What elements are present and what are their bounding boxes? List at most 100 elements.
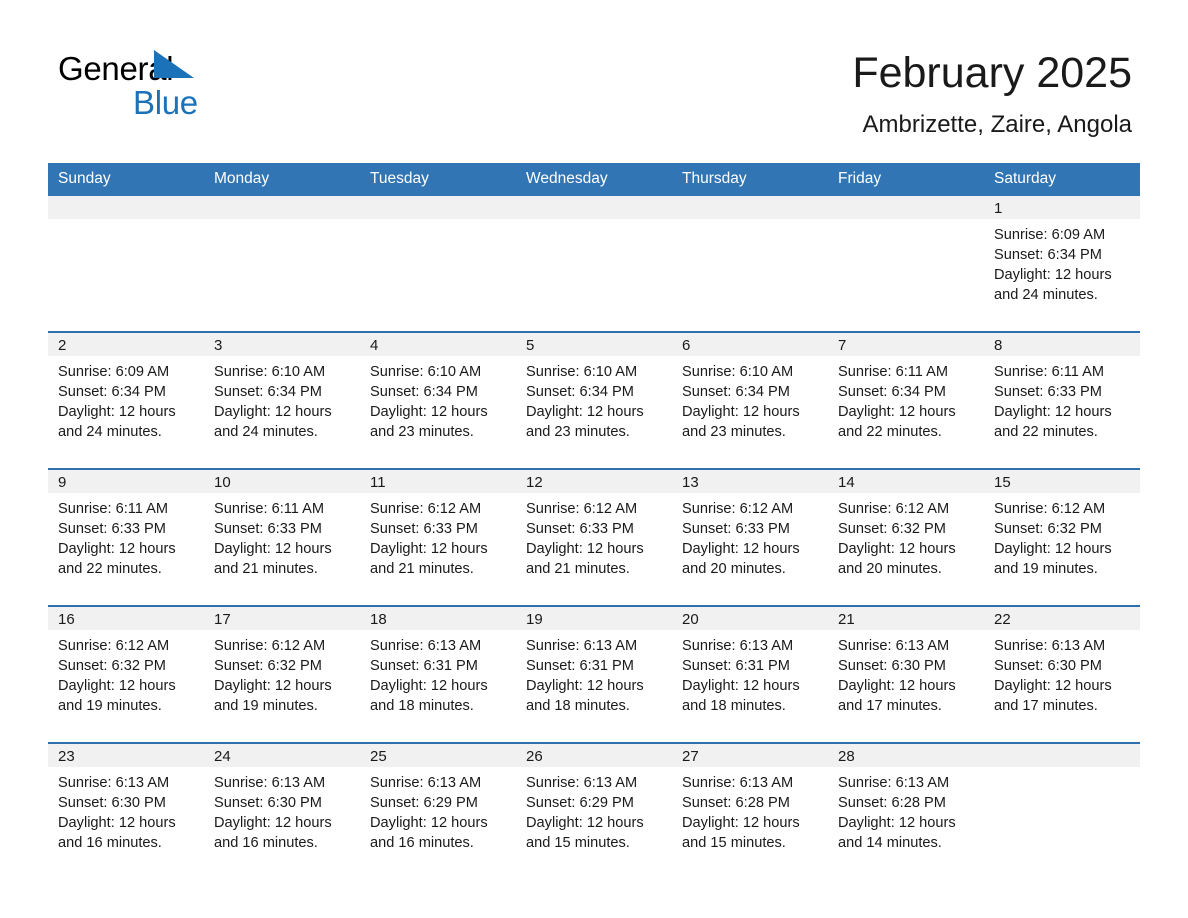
page-subtitle: Ambrizette, Zaire, Angola [862,111,1132,138]
day-sun-info: Sunrise: 6:10 AM Sunset: 6:34 PM Daylight:… [204,356,360,442]
day-number: 22 [984,607,1140,630]
calendar-day-cell[interactable] [672,196,828,332]
daylight-text-line2: and 17 minutes. [994,698,1098,714]
day-sun-info: Sunrise: 6:13 AM Sunset: 6:30 PM Daylight:… [828,630,984,716]
daylight-text-line1: Daylight: 12 hours [370,541,488,557]
calendar-day-cell[interactable] [204,196,360,332]
calendar-day-cell[interactable]: 16 Sunrise: 6:12 AM Sunset: 6:32 PM Dayligh… [48,605,204,743]
day-sun-info: Sunrise: 6:10 AM Sunset: 6:34 PM Daylight:… [672,356,828,442]
sunset-text: Sunset: 6:31 PM [682,658,790,674]
day-cell: 23 Sunrise: 6:13 AM Sunset: 6:30 PM Dayligh… [48,744,204,879]
day-cell: 1 Sunrise: 6:09 AM Sunset: 6:34 PM Daylight… [984,196,1140,331]
calendar-day-cell[interactable]: 15 Sunrise: 6:12 AM Sunset: 6:32 PM Dayligh… [984,468,1140,606]
sunrise-text: Sunrise: 6:12 AM [682,501,794,517]
daylight-text-line2: and 16 minutes. [214,835,318,851]
sunrise-text: Sunrise: 6:12 AM [214,638,326,654]
day-number: 7 [828,333,984,356]
day-cell: 16 Sunrise: 6:12 AM Sunset: 6:32 PM Dayligh… [48,607,204,742]
day-sun-info: Sunrise: 6:12 AM Sunset: 6:32 PM Daylight:… [828,493,984,579]
calendar-day-cell[interactable]: 14 Sunrise: 6:12 AM Sunset: 6:32 PM Dayligh… [828,468,984,606]
calendar-day-cell[interactable]: 23 Sunrise: 6:13 AM Sunset: 6:30 PM Dayligh… [48,742,204,879]
daylight-text-line2: and 21 minutes. [370,561,474,577]
day-cell: 19 Sunrise: 6:13 AM Sunset: 6:31 PM Dayligh… [516,607,672,742]
calendar-day-cell[interactable]: 4 Sunrise: 6:10 AM Sunset: 6:34 PM Daylight… [360,331,516,469]
calendar-day-cell[interactable]: 22 Sunrise: 6:13 AM Sunset: 6:30 PM Dayligh… [984,605,1140,743]
sunrise-text: Sunrise: 6:09 AM [994,227,1106,243]
calendar-day-cell[interactable]: 20 Sunrise: 6:13 AM Sunset: 6:31 PM Dayligh… [672,605,828,743]
day-sun-info: Sunrise: 6:13 AM Sunset: 6:28 PM Daylight:… [828,767,984,853]
calendar-day-cell[interactable]: 26 Sunrise: 6:13 AM Sunset: 6:29 PM Dayligh… [516,742,672,879]
calendar-day-cell[interactable]: 18 Sunrise: 6:13 AM Sunset: 6:31 PM Dayligh… [360,605,516,743]
day-number: 15 [984,470,1140,493]
page-header: General Blue February 2025 Ambrizette, Z… [0,0,1188,142]
sunrise-text: Sunrise: 6:10 AM [214,364,326,380]
day-sun-info: Sunrise: 6:11 AM Sunset: 6:33 PM Daylight:… [204,493,360,579]
sunrise-text: Sunrise: 6:12 AM [526,501,638,517]
sunrise-text: Sunrise: 6:11 AM [58,501,169,517]
calendar-day-cell[interactable]: 8 Sunrise: 6:11 AM Sunset: 6:33 PM Daylight… [984,331,1140,469]
calendar-day-cell[interactable]: 5 Sunrise: 6:10 AM Sunset: 6:34 PM Daylight… [516,331,672,469]
daylight-text-line2: and 20 minutes. [682,561,786,577]
calendar-day-cell[interactable]: 27 Sunrise: 6:13 AM Sunset: 6:28 PM Dayligh… [672,742,828,879]
calendar-day-cell[interactable] [360,196,516,332]
sunrise-text: Sunrise: 6:13 AM [370,638,482,654]
day-number: 9 [48,470,204,493]
sunset-text: Sunset: 6:33 PM [58,521,166,537]
daylight-text-line2: and 24 minutes. [214,424,318,440]
sunset-text: Sunset: 6:32 PM [838,521,946,537]
day-cell-empty [360,196,516,331]
day-number: 26 [516,744,672,767]
daylight-text-line1: Daylight: 12 hours [526,815,644,831]
day-sun-info: Sunrise: 6:12 AM Sunset: 6:32 PM Daylight:… [48,630,204,716]
daylight-text-line1: Daylight: 12 hours [838,541,956,557]
day-sun-info: Sunrise: 6:12 AM Sunset: 6:32 PM Daylight:… [204,630,360,716]
sunset-text: Sunset: 6:30 PM [838,658,946,674]
day-cell: 3 Sunrise: 6:10 AM Sunset: 6:34 PM Daylight… [204,333,360,468]
day-sun-info: Sunrise: 6:12 AM Sunset: 6:32 PM Daylight:… [984,493,1140,579]
daylight-text-line1: Daylight: 12 hours [58,541,176,557]
day-cell-empty [828,196,984,331]
sunset-text: Sunset: 6:34 PM [214,384,322,400]
calendar-day-cell[interactable]: 13 Sunrise: 6:12 AM Sunset: 6:33 PM Dayligh… [672,468,828,606]
calendar-day-cell[interactable]: 9 Sunrise: 6:11 AM Sunset: 6:33 PM Daylight… [48,468,204,606]
daylight-text-line1: Daylight: 12 hours [370,815,488,831]
calendar-day-cell[interactable]: 6 Sunrise: 6:10 AM Sunset: 6:34 PM Daylight… [672,331,828,469]
day-number: 25 [360,744,516,767]
calendar-day-cell[interactable]: 17 Sunrise: 6:12 AM Sunset: 6:32 PM Dayligh… [204,605,360,743]
calendar-day-cell[interactable] [48,196,204,332]
day-cell: 10 Sunrise: 6:11 AM Sunset: 6:33 PM Dayligh… [204,470,360,605]
calendar-day-cell[interactable]: 2 Sunrise: 6:09 AM Sunset: 6:34 PM Daylight… [48,331,204,469]
day-cell: 12 Sunrise: 6:12 AM Sunset: 6:33 PM Dayligh… [516,470,672,605]
daylight-text-line2: and 18 minutes. [526,698,630,714]
calendar-day-cell[interactable] [828,196,984,332]
day-number: 3 [204,333,360,356]
day-number: 24 [204,744,360,767]
calendar-body: 1 Sunrise: 6:09 AM Sunset: 6:34 PM Daylight… [48,196,1140,879]
calendar-day-cell[interactable]: 1 Sunrise: 6:09 AM Sunset: 6:34 PM Daylight… [984,196,1140,332]
calendar-day-cell[interactable] [516,196,672,332]
calendar-day-cell[interactable]: 28 Sunrise: 6:13 AM Sunset: 6:28 PM Dayligh… [828,742,984,879]
calendar-day-cell[interactable]: 21 Sunrise: 6:13 AM Sunset: 6:30 PM Dayligh… [828,605,984,743]
sunrise-text: Sunrise: 6:11 AM [994,364,1105,380]
daylight-text-line1: Daylight: 12 hours [838,404,956,420]
calendar-day-cell[interactable]: 10 Sunrise: 6:11 AM Sunset: 6:33 PM Dayligh… [204,468,360,606]
day-cell: 14 Sunrise: 6:12 AM Sunset: 6:32 PM Dayligh… [828,470,984,605]
daylight-text-line1: Daylight: 12 hours [526,678,644,694]
day-sun-info: Sunrise: 6:11 AM Sunset: 6:33 PM Daylight:… [48,493,204,579]
calendar-day-cell[interactable]: 25 Sunrise: 6:13 AM Sunset: 6:29 PM Dayligh… [360,742,516,879]
day-number: 23 [48,744,204,767]
calendar-day-cell[interactable] [984,742,1140,879]
sunrise-text: Sunrise: 6:12 AM [838,501,950,517]
calendar-day-cell[interactable]: 24 Sunrise: 6:13 AM Sunset: 6:30 PM Dayligh… [204,742,360,879]
calendar-day-cell[interactable]: 3 Sunrise: 6:10 AM Sunset: 6:34 PM Daylight… [204,331,360,469]
day-cell: 26 Sunrise: 6:13 AM Sunset: 6:29 PM Dayligh… [516,744,672,879]
daylight-text-line1: Daylight: 12 hours [526,541,644,557]
sunrise-text: Sunrise: 6:13 AM [838,775,950,791]
generalblue-logo[interactable]: General Blue [58,46,258,121]
day-sun-info: Sunrise: 6:13 AM Sunset: 6:30 PM Daylight:… [48,767,204,853]
calendar-day-cell[interactable]: 19 Sunrise: 6:13 AM Sunset: 6:31 PM Dayligh… [516,605,672,743]
calendar-day-cell[interactable]: 12 Sunrise: 6:12 AM Sunset: 6:33 PM Dayligh… [516,468,672,606]
calendar-day-cell[interactable]: 7 Sunrise: 6:11 AM Sunset: 6:34 PM Daylight… [828,331,984,469]
calendar-day-cell[interactable]: 11 Sunrise: 6:12 AM Sunset: 6:33 PM Dayligh… [360,468,516,606]
day-sun-info: Sunrise: 6:12 AM Sunset: 6:33 PM Daylight:… [672,493,828,579]
